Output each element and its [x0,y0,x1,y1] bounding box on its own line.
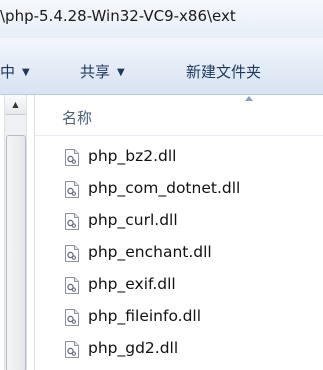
dll-file-icon [65,277,79,294]
address-bar[interactable]: \php-5.4.28-Win32-VC9-x86\ext [0,0,323,39]
file-name: php_bz2.dll [88,147,177,165]
new-folder-button[interactable]: 新建文件夹 [186,61,261,82]
share-button[interactable]: 共享 ▼ [80,61,125,82]
dropdown-arrow-icon: ▼ [22,67,30,78]
file-name: php_curl.dll [88,211,178,229]
file-list-pane: 名称 php_bz2.dll php_com_dotnet.dll php_cu… [35,95,323,370]
file-name: php_fileinfo.dll [88,307,202,325]
navigation-pane[interactable]: ▲ [0,95,34,370]
explorer-window: \php-5.4.28-Win32-VC9-x86\ext 中 ▼ 共享 ▼ 新建文… [0,0,323,370]
address-path[interactable]: \php-5.4.28-Win32-VC9-x86\ext [0,7,236,25]
file-name: php_enchant.dll [88,243,212,261]
column-header-label: 名称 [62,109,93,127]
scroll-up-button[interactable]: ▲ [5,95,26,115]
dll-file-icon [65,149,79,166]
dll-file-icon [65,309,79,326]
dropdown-arrow-icon: ▼ [117,67,125,78]
share-label: 共享 [80,63,111,81]
nav-scrollbar[interactable]: ▲ [4,95,27,370]
file-name: php_exif.dll [88,275,176,293]
include-label: 中 [0,63,16,81]
scroll-thumb[interactable] [6,135,26,370]
dll-file-icon [65,213,79,230]
new-folder-label: 新建文件夹 [186,63,262,81]
dll-file-icon [65,341,79,358]
dll-file-icon [65,181,79,198]
toolbar: 中 ▼ 共享 ▼ 新建文件夹 [0,38,323,95]
sort-ascending-icon [245,96,253,101]
dll-file-icon [65,245,79,262]
file-name: php_gd2.dll [88,339,179,357]
file-name: php_com_dotnet.dll [88,179,241,197]
column-header-name[interactable]: 名称 [35,95,323,136]
include-in-library-button[interactable]: 中 ▼ [0,61,30,82]
